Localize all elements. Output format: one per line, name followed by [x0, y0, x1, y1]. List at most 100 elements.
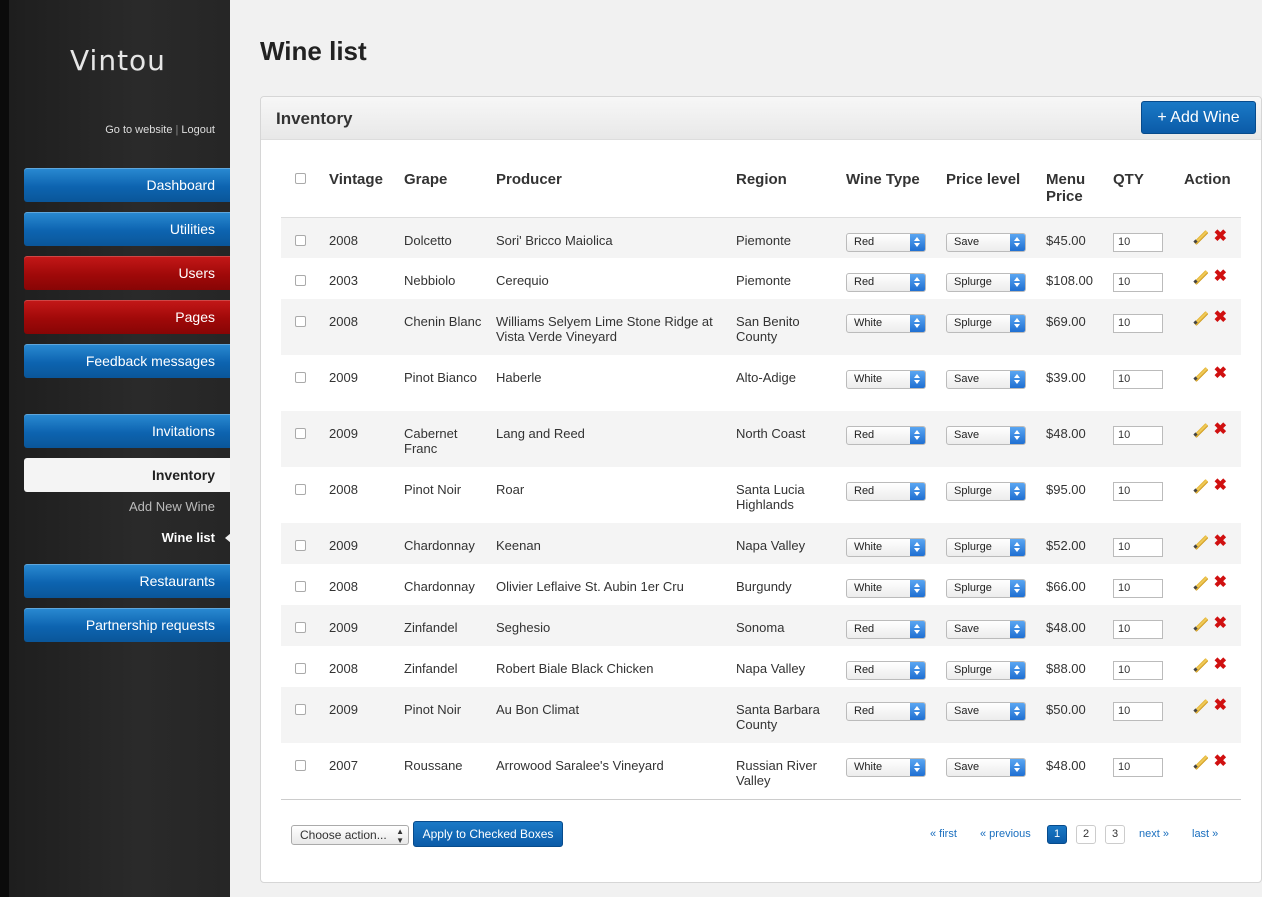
nav-pages[interactable]: Pages [24, 300, 230, 334]
choose-action-select[interactable]: Choose action... ▲ ▼ [291, 825, 409, 845]
delete-x-icon[interactable]: ✖ [1214, 310, 1227, 326]
wine-type-select[interactable]: Red [846, 482, 926, 501]
nav-dashboard[interactable]: Dashboard [24, 168, 230, 202]
apply-to-checked-button[interactable]: Apply to Checked Boxes [413, 821, 563, 847]
delete-x-icon[interactable]: ✖ [1214, 616, 1227, 632]
price-level-select[interactable]: Save [946, 426, 1026, 445]
pencil-icon[interactable] [1192, 367, 1208, 383]
price-level-select[interactable]: Save [946, 758, 1026, 777]
wine-type-select[interactable]: White [846, 314, 926, 333]
price-level-select[interactable]: Splurge [946, 273, 1026, 292]
qty-input[interactable]: 10 [1113, 273, 1163, 292]
go-to-website-link[interactable]: Go to website [105, 124, 172, 136]
col-qty[interactable]: QTY [1113, 157, 1184, 218]
wine-type-select[interactable]: White [846, 758, 926, 777]
wine-type-select[interactable]: Red [846, 620, 926, 639]
qty-input[interactable]: 10 [1113, 702, 1163, 721]
logout-link[interactable]: Logout [181, 124, 215, 136]
pencil-icon[interactable] [1192, 270, 1208, 286]
row-checkbox[interactable] [295, 663, 306, 674]
col-region[interactable]: Region [736, 157, 846, 218]
price-level-select[interactable]: Save [946, 702, 1026, 721]
row-checkbox[interactable] [295, 316, 306, 327]
qty-input[interactable]: 10 [1113, 579, 1163, 598]
col-price-level[interactable]: Price level [946, 157, 1046, 218]
wine-type-select[interactable]: Red [846, 273, 926, 292]
pagination-page-3[interactable]: 3 [1105, 825, 1125, 844]
pagination-previous[interactable]: « previous [980, 828, 1031, 840]
row-checkbox[interactable] [295, 622, 306, 633]
qty-input[interactable]: 10 [1113, 758, 1163, 777]
pencil-icon[interactable] [1192, 576, 1208, 592]
col-grape[interactable]: Grape [404, 157, 496, 218]
nav-invitations[interactable]: Invitations [24, 414, 230, 448]
pencil-icon[interactable] [1192, 755, 1208, 771]
pencil-icon[interactable] [1192, 617, 1208, 633]
qty-input[interactable]: 10 [1113, 426, 1163, 445]
row-checkbox[interactable] [295, 428, 306, 439]
qty-input[interactable]: 10 [1113, 314, 1163, 333]
subnav-add-new-wine[interactable]: Add New Wine [129, 499, 215, 514]
row-checkbox[interactable] [295, 760, 306, 771]
col-menu-price[interactable]: Menu Price [1046, 157, 1113, 218]
qty-input[interactable]: 10 [1113, 620, 1163, 639]
pencil-icon[interactable] [1192, 423, 1208, 439]
delete-x-icon[interactable]: ✖ [1214, 575, 1227, 591]
qty-input[interactable]: 10 [1113, 482, 1163, 501]
delete-x-icon[interactable]: ✖ [1214, 657, 1227, 673]
qty-input[interactable]: 10 [1113, 370, 1163, 389]
pencil-icon[interactable] [1192, 658, 1208, 674]
nav-partnership-requests[interactable]: Partnership requests [24, 608, 230, 642]
delete-x-icon[interactable]: ✖ [1214, 534, 1227, 550]
subnav-wine-list[interactable]: Wine list [162, 530, 215, 545]
col-wine-type[interactable]: Wine Type [846, 157, 946, 218]
nav-restaurants[interactable]: Restaurants [24, 564, 230, 598]
price-level-select[interactable]: Save [946, 232, 1026, 252]
delete-x-icon[interactable]: ✖ [1214, 754, 1227, 770]
wine-type-select[interactable]: Red [846, 702, 926, 721]
select-all-checkbox[interactable] [295, 173, 306, 184]
row-checkbox[interactable] [295, 704, 306, 715]
add-wine-button[interactable]: + Add Wine [1141, 101, 1256, 134]
pencil-icon[interactable] [1192, 230, 1208, 246]
row-checkbox[interactable] [295, 540, 306, 551]
col-producer[interactable]: Producer [496, 157, 736, 218]
row-checkbox[interactable] [295, 234, 306, 246]
price-level-select[interactable]: Splurge [946, 538, 1026, 557]
price-level-select[interactable]: Save [946, 370, 1026, 389]
wine-type-select[interactable]: White [846, 579, 926, 598]
row-checkbox[interactable] [295, 484, 306, 495]
col-vintage[interactable]: Vintage [329, 157, 404, 218]
nav-users[interactable]: Users [24, 256, 230, 290]
delete-x-icon[interactable]: ✖ [1214, 478, 1227, 494]
pencil-icon[interactable] [1192, 311, 1208, 327]
nav-feedback-messages[interactable]: Feedback messages [24, 344, 230, 378]
price-level-select[interactable]: Splurge [946, 482, 1026, 501]
pencil-icon[interactable] [1192, 535, 1208, 551]
price-level-select[interactable]: Save [946, 620, 1026, 639]
pencil-icon[interactable] [1192, 699, 1208, 715]
nav-utilities[interactable]: Utilities [24, 212, 230, 246]
delete-x-icon[interactable]: ✖ [1214, 698, 1227, 714]
delete-x-icon[interactable]: ✖ [1214, 422, 1227, 438]
wine-type-select[interactable]: Red [846, 232, 926, 252]
delete-x-icon[interactable]: ✖ [1214, 366, 1227, 382]
row-checkbox[interactable] [295, 581, 306, 592]
nav-inventory[interactable]: Inventory [24, 458, 230, 492]
pagination-page-1[interactable]: 1 [1047, 825, 1067, 844]
qty-input[interactable]: 10 [1113, 538, 1163, 557]
wine-type-select[interactable]: White [846, 370, 926, 389]
qty-input[interactable]: 10 [1113, 232, 1163, 252]
pagination-page-2[interactable]: 2 [1076, 825, 1096, 844]
price-level-select[interactable]: Splurge [946, 661, 1026, 680]
price-level-select[interactable]: Splurge [946, 579, 1026, 598]
wine-type-select[interactable]: Red [846, 426, 926, 445]
wine-type-select[interactable]: Red [846, 661, 926, 680]
pencil-icon[interactable] [1192, 479, 1208, 495]
wine-type-select[interactable]: White [846, 538, 926, 557]
row-checkbox[interactable] [295, 372, 306, 383]
pagination-last[interactable]: last » [1192, 828, 1218, 840]
row-checkbox[interactable] [295, 275, 306, 286]
pagination-first[interactable]: « first [930, 828, 957, 840]
price-level-select[interactable]: Splurge [946, 314, 1026, 333]
